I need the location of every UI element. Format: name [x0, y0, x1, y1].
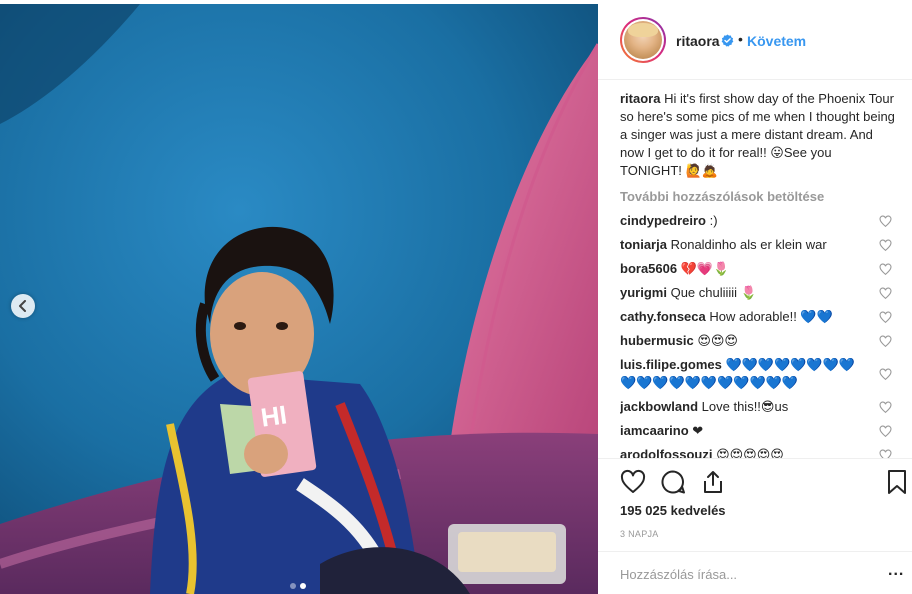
follow-button[interactable]: Követem	[747, 33, 806, 49]
comment-username[interactable]: toniarja	[620, 237, 667, 252]
post-photo: HI	[0, 4, 598, 594]
small-heart-icon[interactable]	[879, 287, 892, 300]
comment-item: cathy.fonseca How adorable!! 💙💙	[620, 308, 896, 326]
comment-text: :)	[709, 213, 718, 228]
heart-icon[interactable]	[620, 469, 646, 495]
comment-text: Ronaldinho als er klein war	[670, 237, 827, 252]
comment-text: 😍😍😍😍😍	[716, 447, 784, 458]
small-heart-icon[interactable]	[879, 311, 892, 324]
comment-username[interactable]: yurigmi	[620, 285, 667, 300]
comment-username[interactable]: bora5606	[620, 261, 677, 276]
post-timestamp[interactable]: 3 NAPJA	[620, 529, 659, 539]
comment-username[interactable]: cathy.fonseca	[620, 309, 706, 324]
carousel-dot	[290, 583, 296, 589]
post-caption: ritaora Hi it's first show day of the Ph…	[620, 90, 896, 180]
header-separator: •	[738, 31, 743, 47]
caption-text: Hi it's first show day of the Phoenix To…	[620, 91, 895, 178]
load-more-comments-link[interactable]: További hozzászólások betöltése	[620, 188, 896, 206]
post-actions: 195 025 kedvelés 3 NAPJA ...	[598, 458, 912, 594]
verified-badge-icon	[721, 34, 734, 47]
comment-username[interactable]: luis.filipe.gomes	[620, 357, 722, 372]
avatar[interactable]	[620, 17, 666, 63]
small-heart-icon[interactable]	[879, 401, 892, 414]
comment-username[interactable]: cindypedreiro	[620, 213, 706, 228]
post-header: ritaora • Követem	[598, 0, 912, 80]
comment-text: How adorable!! 💙💙	[709, 309, 833, 324]
comment-item: bora5606 💔💗🌷	[620, 260, 896, 278]
comment-text: ❤	[692, 423, 704, 438]
photo-illustration: HI	[0, 4, 598, 594]
comment-item: hubermusic 😍😍😍	[620, 332, 896, 350]
post-author-username[interactable]: ritaora	[676, 33, 720, 49]
comment-item: iamcaarino ❤	[620, 422, 896, 440]
likes-count[interactable]: 195 025 kedvelés	[620, 503, 726, 518]
comments-list[interactable]: ritaora Hi it's first show day of the Ph…	[620, 90, 896, 458]
comment-text: Love this!!😎us	[701, 399, 789, 414]
comment-item: arodolfossouzi 😍😍😍😍😍	[620, 446, 896, 458]
small-heart-icon[interactable]	[879, 425, 892, 438]
carousel-prev-button[interactable]	[11, 294, 35, 318]
comment-username[interactable]: hubermusic	[620, 333, 694, 348]
svg-text:HI: HI	[259, 399, 289, 432]
small-heart-icon[interactable]	[879, 263, 892, 276]
comment-item: yurigmi Que chuliiiii 🌷	[620, 284, 896, 302]
small-heart-icon[interactable]	[879, 215, 892, 228]
comment-text: 😍😍😍	[697, 333, 738, 348]
small-heart-icon[interactable]	[879, 449, 892, 458]
add-comment-bar: ...	[598, 551, 912, 594]
share-icon[interactable]	[700, 469, 726, 495]
comment-username[interactable]: jackbowland	[620, 399, 698, 414]
chevron-left-icon	[19, 300, 26, 312]
more-options-button[interactable]: ...	[888, 562, 904, 580]
avatar-image	[624, 21, 662, 59]
carousel-dot-active	[300, 583, 306, 589]
comment-input[interactable]	[620, 564, 860, 584]
comment-item: jackbowland Love this!!😎us	[620, 398, 896, 416]
small-heart-icon[interactable]	[879, 368, 892, 381]
comment-text: 💔💗🌷	[680, 261, 730, 276]
comment-username[interactable]: arodolfossouzi	[620, 447, 712, 458]
comment-text: Que chuliiiii 🌷	[670, 285, 757, 300]
comment-item: toniarja Ronaldinho als er klein war	[620, 236, 896, 254]
comment-item: cindypedreiro :)	[620, 212, 896, 230]
comment-item: luis.filipe.gomes 💙💙💙💙💙💙💙💙💙💙💙💙💙💙💙💙💙💙💙	[620, 356, 896, 392]
bookmark-icon[interactable]	[884, 469, 910, 495]
comment-username[interactable]: iamcaarino	[620, 423, 689, 438]
instagram-post-view: HI ritaora • Követem ritaora Hi it's fir…	[0, 0, 912, 594]
small-heart-icon[interactable]	[879, 239, 892, 252]
comment-icon[interactable]	[660, 469, 686, 495]
caption-username[interactable]: ritaora	[620, 91, 660, 106]
post-side-panel: ritaora • Követem ritaora Hi it's first …	[598, 0, 912, 594]
small-heart-icon[interactable]	[879, 335, 892, 348]
carousel-indicator	[290, 583, 306, 589]
